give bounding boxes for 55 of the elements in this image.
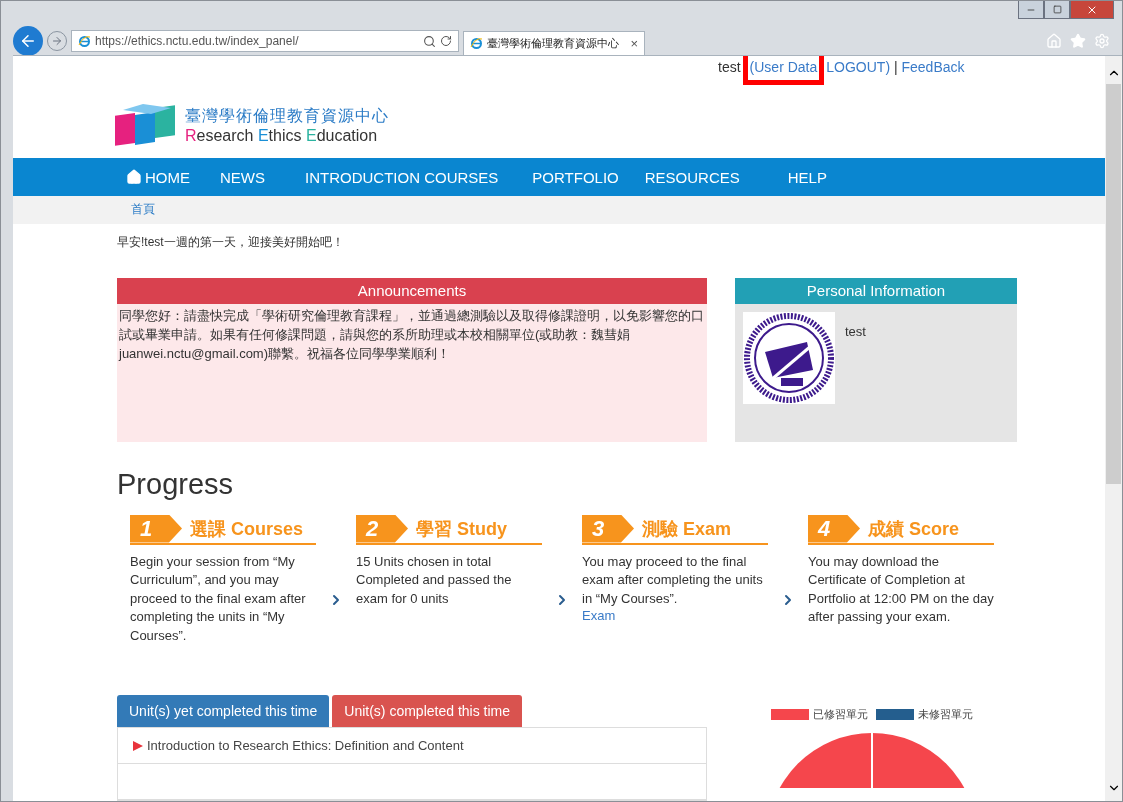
exam-link[interactable]: Exam [582, 608, 768, 623]
step-description: You may download the Certificate of Completion at Portfolio at 12:00 PM on the day after passing your exam. [808, 552, 994, 626]
search-icon[interactable] [423, 34, 436, 48]
browser-tab[interactable]: 臺灣學術倫理教育資源中心 × [463, 31, 645, 55]
url-text: https://ethics.nctu.edu.tw/index_panel/ [95, 34, 299, 48]
step-description: 15 Units chosen in total Completed and passed the exam for 0 units [356, 552, 513, 608]
announcement-text: 同學您好：請盡快完成「學術研究倫理教育課程」，並通過總測驗以及取得修課證明，以免影響您的口試或畢業申請。如果有任何修課問題，請與您的系所助理或本校相關單位(或助教：魏彗娟 juanwei.nctu@gmail.com)聯繫。祝福各位同學學業順利！ [117, 306, 705, 363]
minimize-button[interactable] [1018, 1, 1044, 19]
step-title: 成績 Score [868, 517, 960, 541]
step-description: You may proceed to the final exam after completing the units in “My Courses”. [582, 552, 764, 608]
step-title: 學習 Study [416, 517, 507, 541]
username: test [718, 59, 741, 75]
tab-close-button[interactable]: × [630, 36, 638, 51]
home-icon [126, 169, 142, 185]
logo-subtitle: Research Ethics Education [185, 127, 379, 146]
unit-tab-button[interactable]: Unit(s) completed this time [332, 695, 522, 727]
maximize-icon [1052, 5, 1062, 14]
arrow-right-icon [51, 35, 63, 47]
legend-label: 已修習單元 [813, 707, 868, 722]
scrollbar-thumb[interactable] [1106, 84, 1121, 484]
nav-link[interactable]: HOME [126, 168, 190, 186]
triangle-icon [133, 740, 143, 751]
back-button[interactable] [13, 26, 43, 56]
nav-link[interactable]: HELP [787, 168, 827, 186]
greeting-text: 早安!test一週的第一天，迎接美好開始吧！ [117, 233, 345, 251]
separator: | [892, 59, 899, 75]
logo-title: 臺灣學術倫理教育資源中心 [185, 106, 389, 127]
user-name: test [845, 323, 866, 341]
top-link[interactable]: FeedBack [901, 59, 965, 75]
browser-logo-icon [470, 37, 483, 50]
unit-tab-button[interactable]: Unit(s) yet completed this time [117, 695, 330, 727]
step-number: 3 [582, 514, 634, 543]
browser-logo-icon [78, 34, 91, 48]
nav-link[interactable]: PORTFOLIO [532, 168, 619, 186]
breadcrumb-link[interactable]: 首頁 [131, 201, 155, 219]
panel-title: Announcements [117, 277, 707, 304]
top-link[interactable]: LOGOUT) [826, 59, 891, 75]
refresh-icon[interactable] [440, 35, 452, 47]
nav-link[interactable]: NEWS [220, 168, 265, 186]
step-title: 測驗 Exam [642, 517, 732, 541]
legend-label: 未修習單元 [918, 707, 973, 722]
panel-title: Personal Information [735, 277, 1017, 304]
address-field[interactable]: https://ethics.nctu.edu.tw/index_panel/ [71, 30, 459, 52]
step-number: 4 [808, 514, 860, 543]
step-number: 1 [130, 514, 182, 543]
star-icon[interactable] [1070, 33, 1086, 49]
tab-title: 臺灣學術倫理教育資源中心 [487, 36, 619, 51]
step-title: 選課 Courses [190, 517, 304, 541]
maximize-button[interactable] [1044, 1, 1070, 19]
progress-heading: Progress [117, 467, 235, 501]
top-link[interactable]: (User Data [749, 59, 818, 75]
nav-link[interactable]: RESOURCES [644, 168, 740, 186]
step-number: 2 [356, 514, 408, 543]
step-description: Begin your session from “My Curriculum”, and you may proceed to the final exam after completing the units in “My Courses”. [130, 552, 307, 645]
nav-link[interactable]: INTRODUCTION COURSES [305, 168, 499, 186]
